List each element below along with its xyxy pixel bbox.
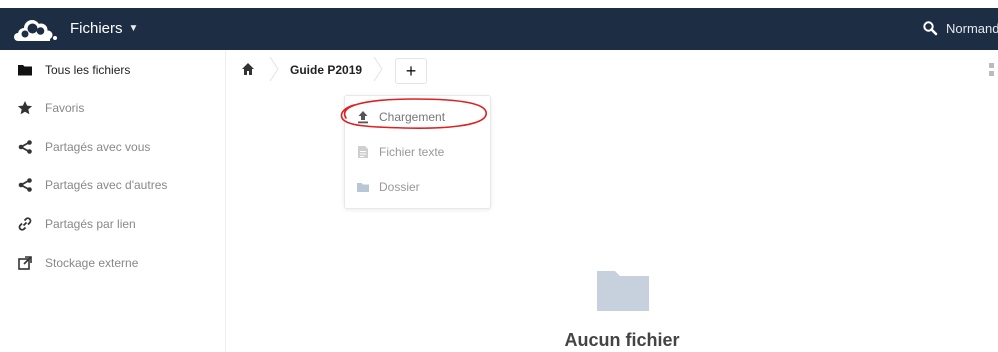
menu-item-text-file[interactable]: Fichier texte xyxy=(345,137,492,167)
breadcrumb-folder[interactable]: Guide P2019 xyxy=(290,63,362,77)
menu-item-label: Fichier texte xyxy=(379,145,445,159)
text-file-icon xyxy=(358,146,368,158)
empty-content-title: Aucun fichier xyxy=(564,330,680,350)
app-title: Fichiers xyxy=(70,20,123,37)
menu-item-folder[interactable]: Dossier xyxy=(345,172,492,202)
breadcrumb-separator-icon xyxy=(373,56,383,82)
sidebar-item-shared-by-link[interactable]: Partagés par lien xyxy=(0,208,226,240)
search-icon[interactable] xyxy=(922,20,938,36)
app-menu-toggle[interactable]: Fichiers ▼ xyxy=(70,20,138,37)
sidebar-item-shared-with-you[interactable]: Partagés avec vous xyxy=(0,131,226,163)
sidebar-item-shared-with-others[interactable]: Partagés avec d'autres xyxy=(0,169,226,201)
folder-icon xyxy=(18,65,32,76)
empty-folder-icon xyxy=(597,271,649,311)
owncloud-logo-icon[interactable] xyxy=(10,17,60,43)
sidebar-item-label: Favoris xyxy=(45,101,85,115)
sidebar-item-label: Partagés par lien xyxy=(45,217,136,231)
sidebar-item-favorites[interactable]: Favoris xyxy=(0,92,226,124)
new-button[interactable]: + xyxy=(395,58,427,84)
folder-icon xyxy=(357,183,369,192)
star-icon xyxy=(17,101,33,115)
external-storage-icon xyxy=(18,256,32,270)
top-header: Fichiers ▼ Normand xyxy=(0,8,998,50)
home-icon[interactable] xyxy=(241,62,255,76)
breadcrumb-separator-icon xyxy=(269,56,279,82)
link-icon xyxy=(18,217,32,231)
upload-icon xyxy=(358,111,368,124)
menu-item-label: Dossier xyxy=(379,180,420,194)
sidebar-item-all-files[interactable]: Tous les fichiers xyxy=(0,54,226,86)
breadcrumb: Guide P2019 + xyxy=(227,50,998,90)
menu-item-label: Chargement xyxy=(379,110,446,124)
share-icon xyxy=(18,178,32,192)
sidebar-item-label: Partagés avec d'autres xyxy=(45,178,168,192)
sidebar-item-label: Stockage externe xyxy=(45,256,139,270)
menu-item-upload[interactable]: Chargement xyxy=(345,102,492,132)
sidebar-item-label: Partagés avec vous xyxy=(45,140,151,154)
share-icon xyxy=(18,140,32,154)
user-menu[interactable]: Normand xyxy=(946,21,998,36)
app-navigation: Tous les fichiers Favoris Partagés avec … xyxy=(0,50,226,352)
sidebar-item-label: Tous les fichiers xyxy=(45,63,131,77)
new-file-menu: Chargement Fichier texte Dossier xyxy=(344,95,491,209)
caret-down-icon: ▼ xyxy=(128,23,139,34)
sidebar-item-external-storage[interactable]: Stockage externe xyxy=(0,247,226,279)
more-options-icon[interactable] xyxy=(989,62,995,78)
